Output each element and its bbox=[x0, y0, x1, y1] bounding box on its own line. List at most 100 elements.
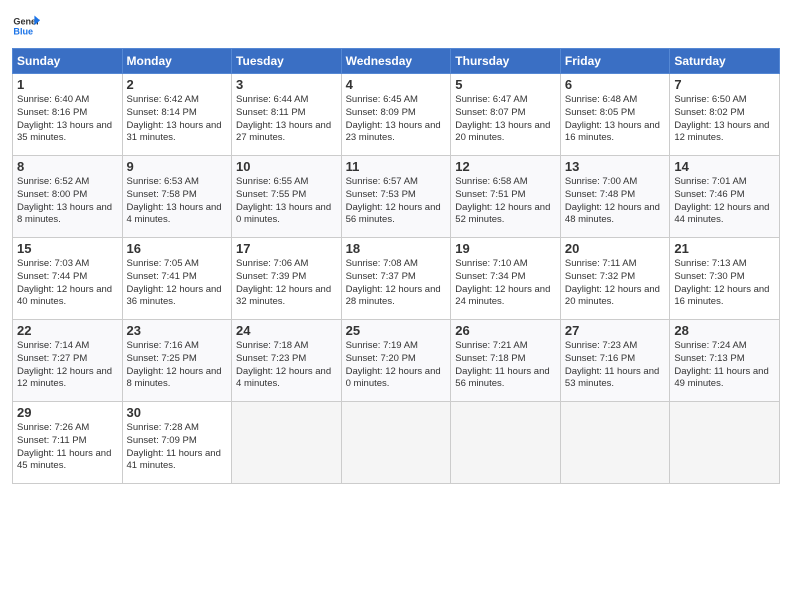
calendar-cell: 14 Sunrise: 7:01 AMSunset: 7:46 PMDayligh… bbox=[670, 156, 780, 238]
day-number: 16 bbox=[127, 241, 228, 256]
calendar-cell: 30 Sunrise: 7:28 AMSunset: 7:09 PMDayligh… bbox=[122, 402, 232, 484]
day-number: 12 bbox=[455, 159, 556, 174]
cell-info: Sunrise: 7:14 AMSunset: 7:27 PMDaylight:… bbox=[17, 340, 118, 391]
header-saturday: Saturday bbox=[670, 49, 780, 74]
cell-info: Sunrise: 7:28 AMSunset: 7:09 PMDaylight:… bbox=[127, 422, 228, 473]
day-number: 30 bbox=[127, 405, 228, 420]
calendar-cell: 4 Sunrise: 6:45 AMSunset: 8:09 PMDaylight… bbox=[341, 74, 451, 156]
calendar-header-row: SundayMondayTuesdayWednesdayThursdayFrid… bbox=[13, 49, 780, 74]
calendar-cell bbox=[670, 402, 780, 484]
calendar-week-3: 15Sunrise: 7:03 AMSunset: 7:44 PMDayligh… bbox=[13, 238, 780, 320]
cell-info: Sunrise: 7:21 AMSunset: 7:18 PMDaylight:… bbox=[455, 340, 556, 391]
day-number: 15 bbox=[17, 241, 118, 256]
svg-text:Blue: Blue bbox=[13, 26, 33, 36]
calendar-cell bbox=[451, 402, 561, 484]
calendar-cell: 23 Sunrise: 7:16 AMSunset: 7:25 PMDayligh… bbox=[122, 320, 232, 402]
calendar-cell: 16 Sunrise: 7:05 AMSunset: 7:41 PMDayligh… bbox=[122, 238, 232, 320]
day-number: 27 bbox=[565, 323, 665, 338]
day-number: 29 bbox=[17, 405, 118, 420]
calendar-week-4: 22Sunrise: 7:14 AMSunset: 7:27 PMDayligh… bbox=[13, 320, 780, 402]
calendar-week-5: 29 Sunrise: 7:26 AMSunset: 7:11 PMDayligh… bbox=[13, 402, 780, 484]
cell-info: Sunrise: 7:18 AMSunset: 7:23 PMDaylight:… bbox=[236, 340, 337, 391]
header-monday: Monday bbox=[122, 49, 232, 74]
cell-info: Sunrise: 6:50 AMSunset: 8:02 PMDaylight:… bbox=[674, 94, 775, 145]
calendar-cell: 9Sunrise: 6:53 AMSunset: 7:58 PMDaylight… bbox=[122, 156, 232, 238]
calendar-cell bbox=[232, 402, 342, 484]
cell-info: Sunrise: 7:16 AMSunset: 7:25 PMDaylight:… bbox=[127, 340, 228, 391]
cell-info: Sunrise: 7:05 AMSunset: 7:41 PMDaylight:… bbox=[127, 258, 228, 309]
cell-info: Sunrise: 7:00 AMSunset: 7:48 PMDaylight:… bbox=[565, 176, 665, 227]
day-number: 5 bbox=[455, 77, 556, 92]
cell-info: Sunrise: 7:13 AMSunset: 7:30 PMDaylight:… bbox=[674, 258, 775, 309]
day-number: 21 bbox=[674, 241, 775, 256]
day-number: 11 bbox=[346, 159, 447, 174]
header-tuesday: Tuesday bbox=[232, 49, 342, 74]
cell-info: Sunrise: 6:42 AMSunset: 8:14 PMDaylight:… bbox=[127, 94, 228, 145]
day-number: 25 bbox=[346, 323, 447, 338]
calendar-cell: 10 Sunrise: 6:55 AMSunset: 7:55 PMDayligh… bbox=[232, 156, 342, 238]
calendar-cell: 7 Sunrise: 6:50 AMSunset: 8:02 PMDaylight… bbox=[670, 74, 780, 156]
calendar-cell: 15Sunrise: 7:03 AMSunset: 7:44 PMDayligh… bbox=[13, 238, 123, 320]
cell-info: Sunrise: 7:19 AMSunset: 7:20 PMDaylight:… bbox=[346, 340, 447, 391]
day-number: 24 bbox=[236, 323, 337, 338]
header-friday: Friday bbox=[560, 49, 669, 74]
cell-info: Sunrise: 6:53 AMSunset: 7:58 PMDaylight:… bbox=[127, 176, 228, 227]
day-number: 1 bbox=[17, 77, 118, 92]
day-number: 18 bbox=[346, 241, 447, 256]
day-number: 20 bbox=[565, 241, 665, 256]
calendar-cell: 13 Sunrise: 7:00 AMSunset: 7:48 PMDayligh… bbox=[560, 156, 669, 238]
cell-info: Sunrise: 6:52 AMSunset: 8:00 PMDaylight:… bbox=[17, 176, 118, 227]
day-number: 7 bbox=[674, 77, 775, 92]
cell-info: Sunrise: 7:08 AMSunset: 7:37 PMDaylight:… bbox=[346, 258, 447, 309]
calendar-cell: 25 Sunrise: 7:19 AMSunset: 7:20 PMDayligh… bbox=[341, 320, 451, 402]
day-number: 14 bbox=[674, 159, 775, 174]
cell-info: Sunrise: 7:11 AMSunset: 7:32 PMDaylight:… bbox=[565, 258, 665, 309]
calendar-week-2: 8 Sunrise: 6:52 AMSunset: 8:00 PMDaylight… bbox=[13, 156, 780, 238]
logo-icon: General Blue bbox=[12, 12, 40, 40]
day-number: 17 bbox=[236, 241, 337, 256]
calendar-cell bbox=[560, 402, 669, 484]
cell-info: Sunrise: 6:40 AMSunset: 8:16 PMDaylight:… bbox=[17, 94, 118, 145]
day-number: 13 bbox=[565, 159, 665, 174]
cell-info: Sunrise: 6:44 AMSunset: 8:11 PMDaylight:… bbox=[236, 94, 337, 145]
calendar-cell bbox=[341, 402, 451, 484]
calendar-cell: 22Sunrise: 7:14 AMSunset: 7:27 PMDayligh… bbox=[13, 320, 123, 402]
calendar-cell: 26 Sunrise: 7:21 AMSunset: 7:18 PMDayligh… bbox=[451, 320, 561, 402]
calendar-cell: 17Sunrise: 7:06 AMSunset: 7:39 PMDayligh… bbox=[232, 238, 342, 320]
day-number: 23 bbox=[127, 323, 228, 338]
calendar-cell: 6 Sunrise: 6:48 AMSunset: 8:05 PMDaylight… bbox=[560, 74, 669, 156]
calendar-cell: 8 Sunrise: 6:52 AMSunset: 8:00 PMDaylight… bbox=[13, 156, 123, 238]
cell-info: Sunrise: 7:10 AMSunset: 7:34 PMDaylight:… bbox=[455, 258, 556, 309]
header-wednesday: Wednesday bbox=[341, 49, 451, 74]
day-number: 19 bbox=[455, 241, 556, 256]
calendar-cell: 21 Sunrise: 7:13 AMSunset: 7:30 PMDayligh… bbox=[670, 238, 780, 320]
cell-info: Sunrise: 6:47 AMSunset: 8:07 PMDaylight:… bbox=[455, 94, 556, 145]
calendar-cell: 19 Sunrise: 7:10 AMSunset: 7:34 PMDayligh… bbox=[451, 238, 561, 320]
day-number: 10 bbox=[236, 159, 337, 174]
calendar-cell: 11 Sunrise: 6:57 AMSunset: 7:53 PMDayligh… bbox=[341, 156, 451, 238]
calendar-cell: 20 Sunrise: 7:11 AMSunset: 7:32 PMDayligh… bbox=[560, 238, 669, 320]
day-number: 26 bbox=[455, 323, 556, 338]
day-number: 8 bbox=[17, 159, 118, 174]
cell-info: Sunrise: 6:45 AMSunset: 8:09 PMDaylight:… bbox=[346, 94, 447, 145]
cell-info: Sunrise: 7:23 AMSunset: 7:16 PMDaylight:… bbox=[565, 340, 665, 391]
day-number: 4 bbox=[346, 77, 447, 92]
cell-info: Sunrise: 6:57 AMSunset: 7:53 PMDaylight:… bbox=[346, 176, 447, 227]
day-number: 3 bbox=[236, 77, 337, 92]
cell-info: Sunrise: 6:55 AMSunset: 7:55 PMDaylight:… bbox=[236, 176, 337, 227]
cell-info: Sunrise: 7:24 AMSunset: 7:13 PMDaylight:… bbox=[674, 340, 775, 391]
calendar-cell: 2Sunrise: 6:42 AMSunset: 8:14 PMDaylight… bbox=[122, 74, 232, 156]
calendar-cell: 24 Sunrise: 7:18 AMSunset: 7:23 PMDayligh… bbox=[232, 320, 342, 402]
page-header: General Blue bbox=[12, 12, 780, 40]
day-number: 6 bbox=[565, 77, 665, 92]
logo: General Blue bbox=[12, 12, 40, 40]
cell-info: Sunrise: 7:01 AMSunset: 7:46 PMDaylight:… bbox=[674, 176, 775, 227]
header-sunday: Sunday bbox=[13, 49, 123, 74]
calendar-table: SundayMondayTuesdayWednesdayThursdayFrid… bbox=[12, 48, 780, 484]
calendar-cell: 29 Sunrise: 7:26 AMSunset: 7:11 PMDayligh… bbox=[13, 402, 123, 484]
calendar-cell: 27 Sunrise: 7:23 AMSunset: 7:16 PMDayligh… bbox=[560, 320, 669, 402]
cell-info: Sunrise: 6:58 AMSunset: 7:51 PMDaylight:… bbox=[455, 176, 556, 227]
cell-info: Sunrise: 7:26 AMSunset: 7:11 PMDaylight:… bbox=[17, 422, 118, 473]
calendar-cell: 5 Sunrise: 6:47 AMSunset: 8:07 PMDaylight… bbox=[451, 74, 561, 156]
cell-info: Sunrise: 6:48 AMSunset: 8:05 PMDaylight:… bbox=[565, 94, 665, 145]
